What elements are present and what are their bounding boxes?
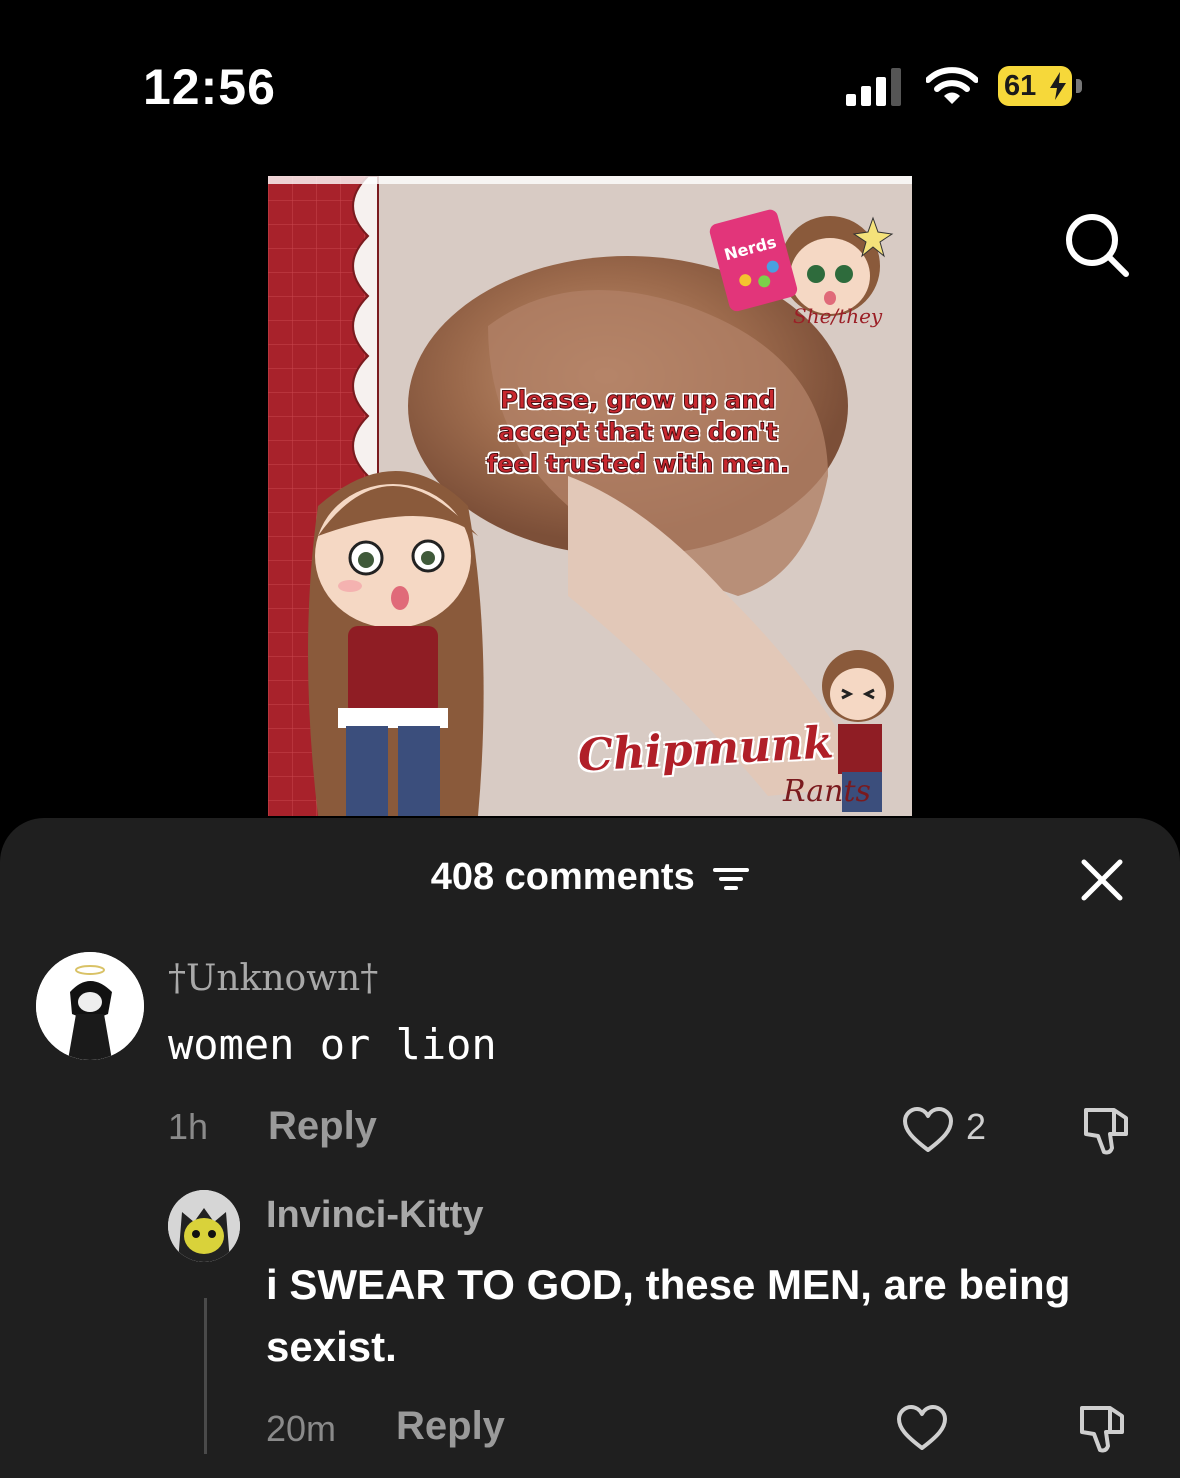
watermark-subtitle: Rants xyxy=(783,774,871,809)
avatar[interactable] xyxy=(168,1190,240,1262)
comment-username[interactable]: †Unknown† xyxy=(168,958,378,999)
comment-timestamp: 20m xyxy=(266,1408,337,1449)
comment-text: i SWEAR TO GOD, these MEN, are being sex… xyxy=(266,1261,1071,1370)
video-caption: Please, grow up and accept that we don't… xyxy=(486,386,790,479)
pronouns-label: She/they xyxy=(793,304,883,328)
wifi-icon xyxy=(926,67,978,104)
comments-count: 408 comments xyxy=(430,856,695,898)
heart-icon[interactable] xyxy=(896,1404,948,1452)
thread-line xyxy=(204,1298,207,1454)
comment-timestamp: 1h xyxy=(168,1106,209,1147)
battery-indicator: 61 xyxy=(998,66,1084,108)
comment-text: women or lion xyxy=(168,1020,497,1069)
comment-username[interactable]: Invinci-Kitty xyxy=(266,1194,483,1237)
heart-icon[interactable] xyxy=(902,1106,954,1154)
close-icon[interactable] xyxy=(1080,858,1124,902)
status-time: 12:56 xyxy=(143,59,276,115)
dislike-icon[interactable] xyxy=(1076,1402,1130,1454)
battery-percent: 61 xyxy=(1004,70,1037,102)
comments-header: 408 comments xyxy=(0,856,1180,899)
avatar[interactable] xyxy=(36,952,144,1060)
reply-button[interactable]: Reply xyxy=(396,1404,505,1449)
cellular-signal-icon xyxy=(846,68,901,106)
comments-sheet: 408 comments †Unknown† women or lion 1h … xyxy=(0,818,1180,1478)
reply-button[interactable]: Reply xyxy=(268,1104,377,1149)
video-player[interactable]: Nerds She/they Please, grow up and accep… xyxy=(268,176,912,816)
like-count: 2 xyxy=(966,1106,987,1147)
charging-bolt-icon xyxy=(1050,72,1066,100)
filter-icon[interactable] xyxy=(713,864,750,894)
search-icon[interactable] xyxy=(1062,210,1132,280)
dislike-icon[interactable] xyxy=(1080,1104,1134,1156)
